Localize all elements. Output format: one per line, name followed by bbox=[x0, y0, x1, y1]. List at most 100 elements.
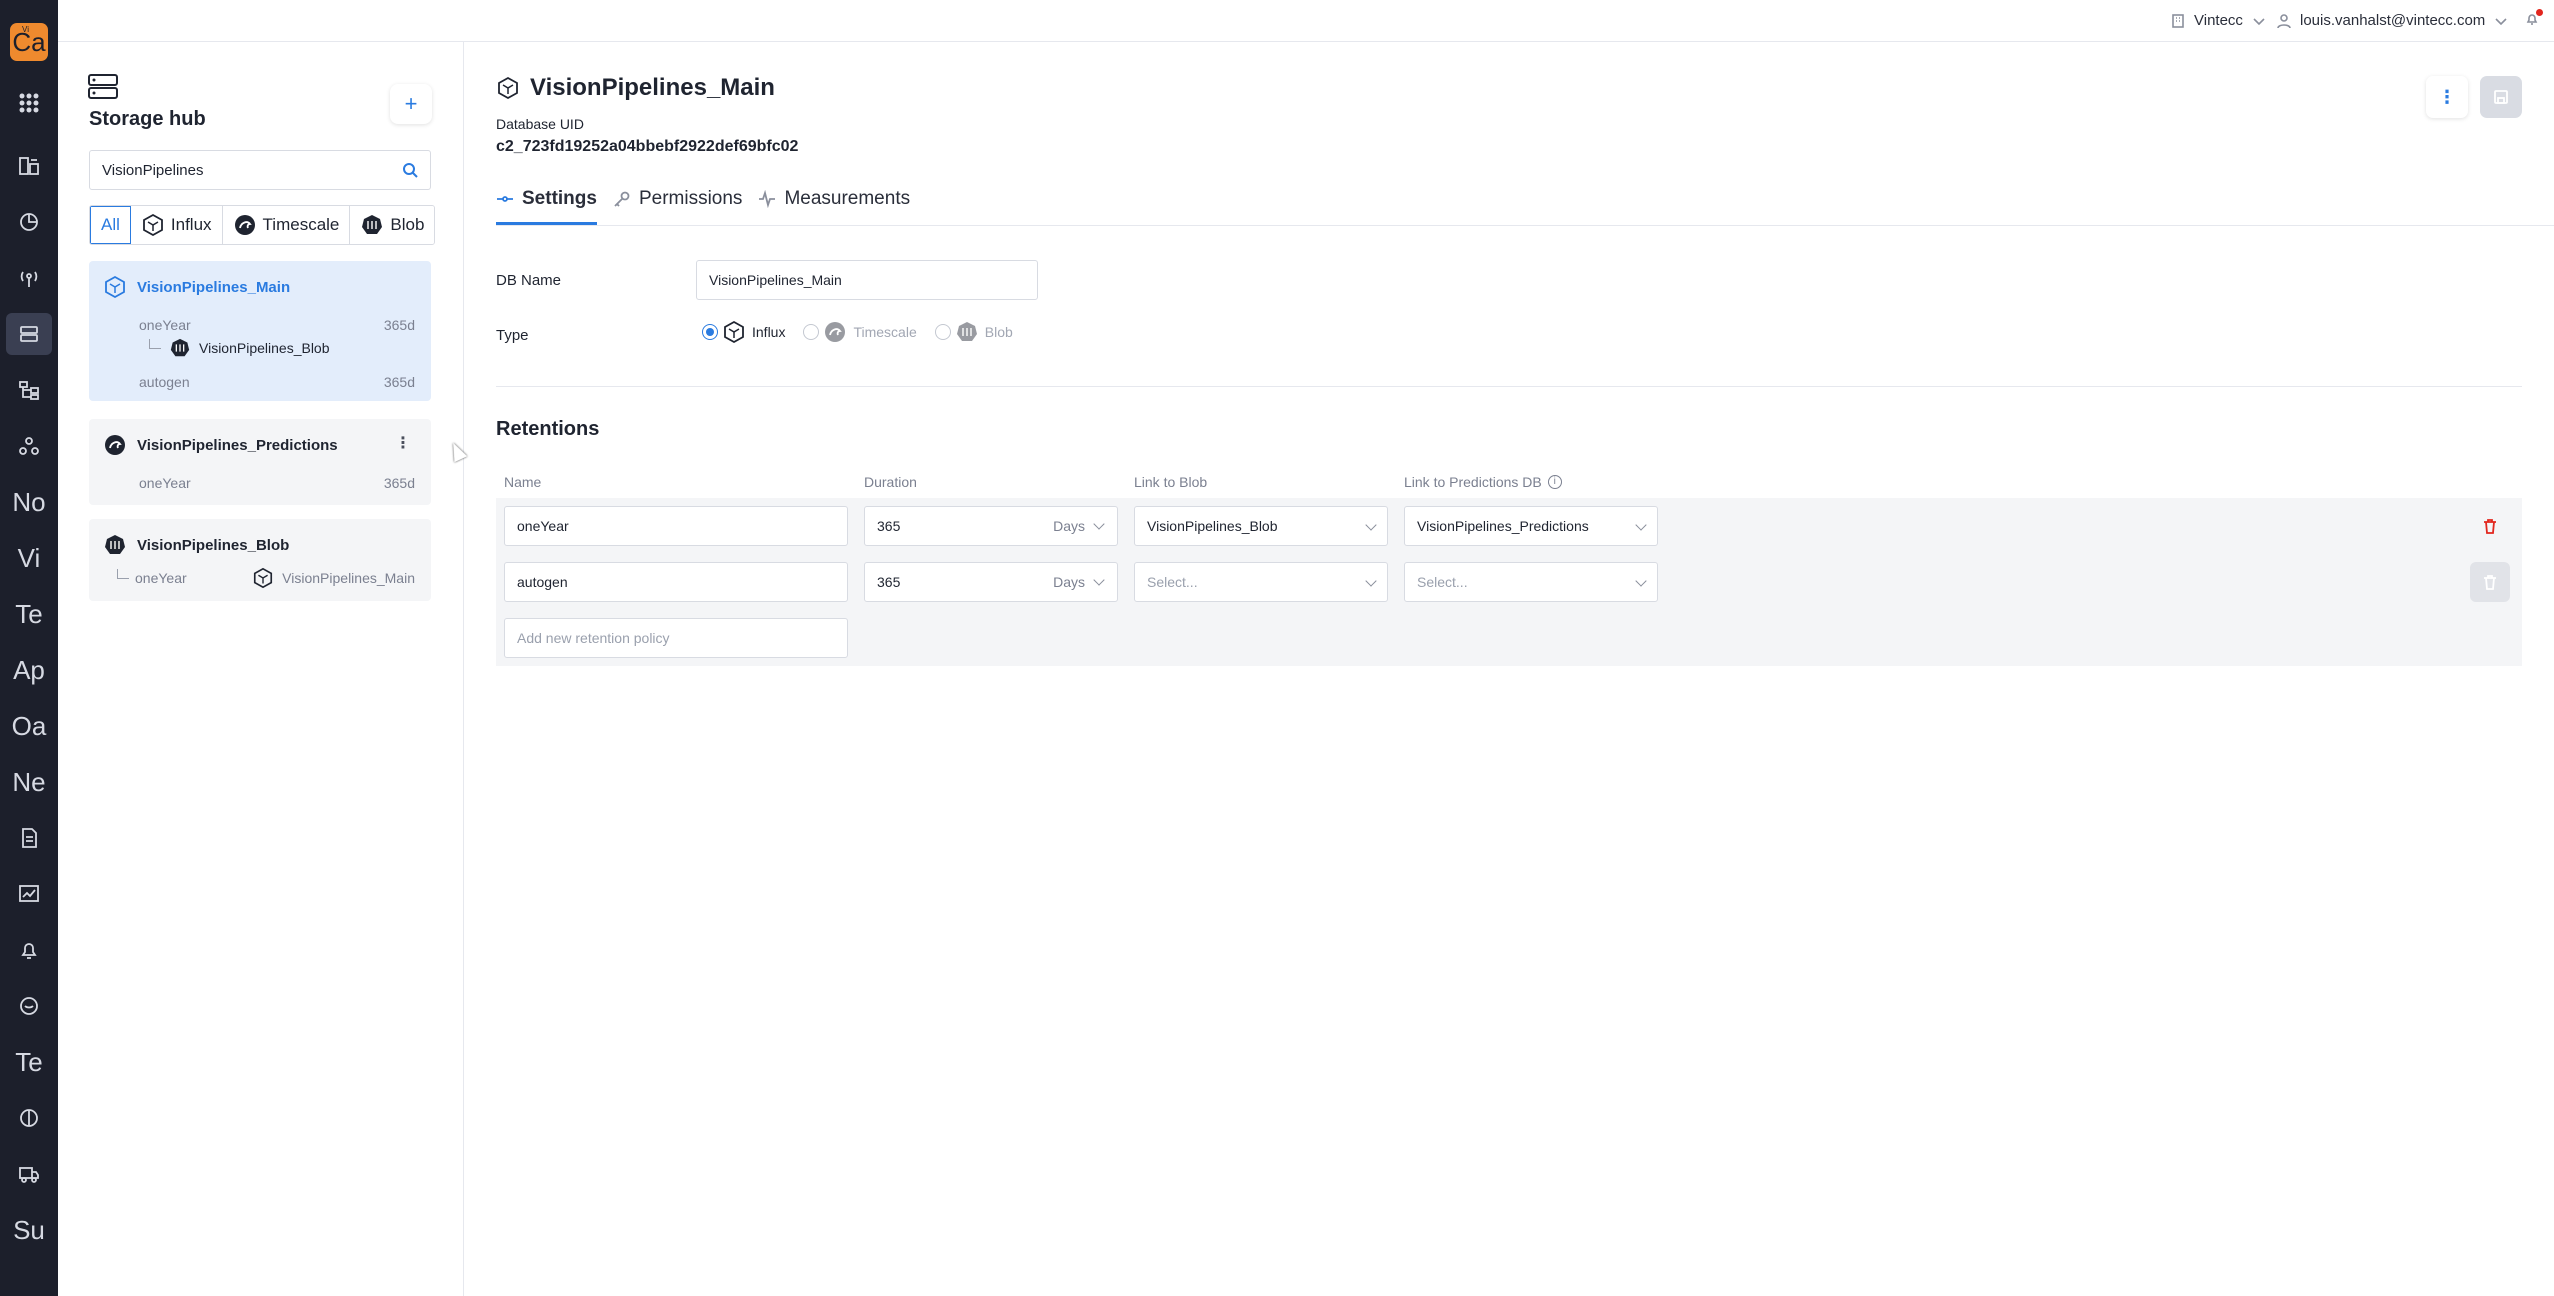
dashboard-icon[interactable] bbox=[6, 145, 52, 187]
type-influx-label: Influx bbox=[752, 324, 786, 340]
link-to-predictions-select[interactable]: VisionPipelines_Predictions bbox=[1404, 506, 1658, 546]
retention-name-value: oneYear bbox=[517, 518, 569, 534]
header-actions: ⋮ bbox=[2426, 76, 2522, 118]
tree-icon[interactable] bbox=[6, 369, 52, 411]
db-name-input[interactable]: VisionPipelines_Main bbox=[696, 260, 1038, 300]
building-icon bbox=[2172, 13, 2184, 28]
analytics-icon[interactable] bbox=[6, 873, 52, 915]
filter-influx-label: Influx bbox=[170, 215, 212, 234]
search-icon bbox=[403, 163, 418, 178]
rail-item-ne[interactable]: Ne bbox=[6, 761, 52, 803]
database-card-name: VisionPipelines_Blob bbox=[137, 536, 290, 554]
more-options-button[interactable]: ⋮ bbox=[2426, 76, 2468, 118]
linked-database-name: VisionPipelines_Main bbox=[282, 570, 415, 586]
app-logo[interactable]: Vi Ca bbox=[10, 23, 48, 61]
rail-item-vi[interactable]: Vi bbox=[6, 537, 52, 579]
page-title: VisionPipelines_Main bbox=[496, 74, 775, 102]
filter-all-label: All bbox=[101, 215, 120, 234]
link-to-blob-select[interactable]: Select... bbox=[1134, 562, 1388, 602]
rail-item-oa[interactable]: Oa bbox=[6, 705, 52, 747]
database-card-main[interactable]: VisionPipelines_Main oneYear 365d Vision… bbox=[89, 261, 431, 401]
chevron-down-icon bbox=[1093, 518, 1105, 530]
rail-item-ap[interactable]: Ap bbox=[6, 649, 52, 691]
delete-retention-button[interactable] bbox=[2470, 506, 2510, 546]
user-menu[interactable]: louis.vanhalst@vintecc.com bbox=[2276, 12, 2509, 29]
retention-row: autogen 365d bbox=[139, 374, 415, 390]
save-button[interactable] bbox=[2480, 76, 2522, 118]
logo-superscript: Vi bbox=[22, 25, 29, 34]
trash-icon bbox=[2484, 519, 2496, 534]
tab-settings-label: Settings bbox=[522, 188, 597, 209]
type-filter-group: All Influx Timescale Blob bbox=[89, 205, 436, 245]
tab-settings[interactable]: Settings bbox=[496, 188, 597, 225]
retention-name-input[interactable]: autogen bbox=[504, 562, 848, 602]
info-icon[interactable]: i bbox=[1547, 475, 1562, 489]
type-radio-influx[interactable] bbox=[702, 324, 718, 340]
pulse-icon bbox=[759, 190, 776, 208]
notifications-bell-icon[interactable] bbox=[2524, 9, 2543, 32]
type-timescale-label: Timescale bbox=[853, 324, 917, 340]
rail-item-te[interactable]: Te bbox=[6, 593, 52, 635]
antenna-icon[interactable] bbox=[6, 257, 52, 299]
org-switcher[interactable]: Vintecc bbox=[2170, 12, 2267, 29]
link-to-blob-value: Select... bbox=[1147, 574, 1198, 590]
retention-duration-input[interactable]: 365 Days bbox=[864, 506, 1118, 546]
rail-item-su[interactable]: Su bbox=[6, 1209, 52, 1251]
add-database-button[interactable]: + bbox=[390, 84, 432, 124]
type-option-influx[interactable]: Influx bbox=[722, 320, 785, 344]
document-icon[interactable] bbox=[6, 817, 52, 859]
database-card-blob[interactable]: VisionPipelines_Blob oneYear VisionPipel… bbox=[89, 519, 431, 601]
card-menu-button[interactable]: ⋮ bbox=[395, 433, 411, 453]
shapes-icon[interactable] bbox=[6, 425, 52, 467]
duration-unit-select[interactable]: Days bbox=[1053, 574, 1105, 590]
type-radio-blob[interactable] bbox=[934, 324, 951, 340]
filter-influx[interactable]: Influx bbox=[130, 206, 223, 244]
retention-duration: 365d bbox=[383, 475, 415, 491]
rail-item-te-2[interactable]: Te bbox=[6, 1041, 52, 1083]
retention-duration: 365d bbox=[383, 317, 415, 333]
link-to-predictions-select[interactable]: Select... bbox=[1404, 562, 1658, 602]
retention-duration-value: 365 bbox=[877, 518, 901, 534]
vehicle-icon[interactable] bbox=[6, 1153, 52, 1195]
retention-name: oneYear bbox=[139, 317, 191, 333]
apps-grid-icon[interactable] bbox=[6, 82, 52, 124]
rail-item-no[interactable]: No bbox=[6, 481, 52, 523]
type-radio-timescale[interactable] bbox=[803, 324, 820, 340]
new-retention-input[interactable]: Add new retention policy bbox=[504, 618, 848, 658]
new-retention-row: Add new retention policy bbox=[496, 610, 2522, 666]
link-to-blob-select[interactable]: VisionPipelines_Blob bbox=[1134, 506, 1388, 546]
delete-retention-button[interactable] bbox=[2470, 562, 2510, 602]
column-header-link-blob: Link to Blob bbox=[1134, 474, 1208, 490]
storage-hub-title: Storage hub bbox=[89, 108, 206, 130]
tab-permissions[interactable]: Permissions bbox=[613, 188, 742, 225]
database-title: VisionPipelines_Main bbox=[530, 74, 775, 101]
bell-icon[interactable] bbox=[6, 929, 52, 971]
top-bar: Vintecc louis.vanhalst@vintecc.com + bbox=[58, 0, 2554, 42]
influx-icon bbox=[724, 320, 744, 344]
filter-all[interactable]: All bbox=[90, 206, 131, 244]
tree-connector bbox=[149, 339, 161, 349]
duration-unit-select[interactable]: Days bbox=[1053, 518, 1105, 534]
search-value: VisionPipelines bbox=[102, 161, 204, 179]
database-card-predictions[interactable]: VisionPipelines_Predictions ⋮ oneYear 36… bbox=[89, 419, 431, 505]
link-to-predictions-value: Select... bbox=[1417, 574, 1468, 590]
tab-measurements[interactable]: Measurements bbox=[758, 188, 910, 225]
trash-icon bbox=[2484, 575, 2496, 590]
retention-duration: 365d bbox=[383, 374, 415, 390]
filter-timescale[interactable]: Timescale bbox=[222, 206, 351, 244]
pie-chart-icon[interactable] bbox=[6, 201, 52, 243]
retention-name-input[interactable]: oneYear bbox=[504, 506, 848, 546]
app-rail: Vi Ca No Vi Te Ap Oa Ne Te Su bbox=[0, 0, 58, 1296]
database-search-input[interactable]: VisionPipelines bbox=[89, 150, 431, 190]
filter-blob[interactable]: Blob bbox=[350, 206, 435, 244]
type-option-blob[interactable]: Blob bbox=[955, 320, 1013, 344]
circle-half-icon[interactable] bbox=[6, 1097, 52, 1139]
type-option-timescale[interactable]: Timescale bbox=[823, 320, 917, 344]
face-icon[interactable] bbox=[6, 985, 52, 1027]
influx-icon bbox=[498, 76, 518, 100]
retention-row: oneYear 365d bbox=[139, 317, 415, 333]
blob-icon bbox=[170, 338, 190, 357]
uid-label: Database UID bbox=[496, 116, 584, 132]
retention-duration-input[interactable]: 365 Days bbox=[864, 562, 1118, 602]
storage-icon[interactable] bbox=[6, 313, 52, 355]
